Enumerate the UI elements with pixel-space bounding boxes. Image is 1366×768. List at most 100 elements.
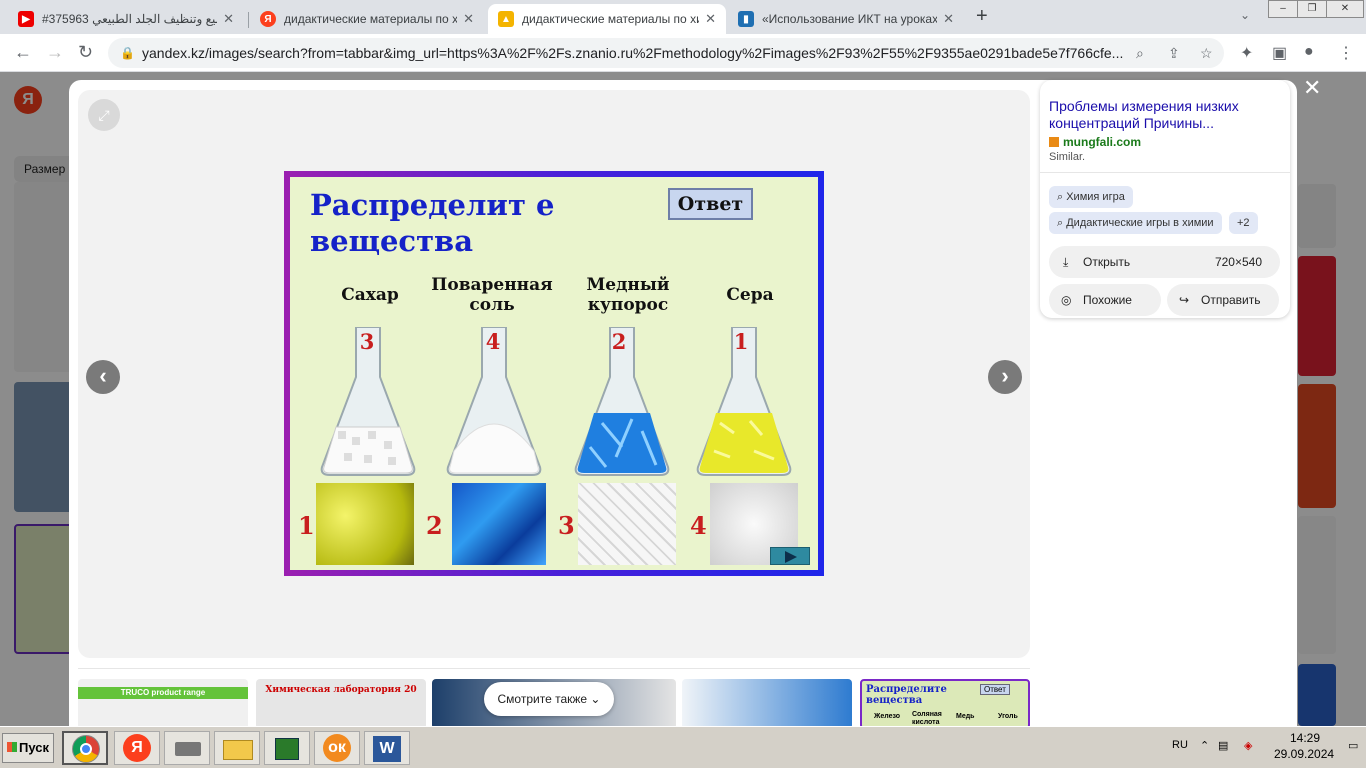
chip-label: Химия игра: [1066, 191, 1125, 203]
share-arrow-icon: ↪: [1179, 293, 1190, 307]
next-image-button[interactable]: ›: [988, 360, 1022, 394]
back-icon[interactable]: ←: [14, 42, 32, 63]
url-text: yandex.kz/images/search?from=tabbar&img_…: [142, 45, 1124, 61]
prev-image-button[interactable]: ‹: [86, 360, 120, 394]
see-also-button[interactable]: Смотрите также ⌄: [484, 682, 614, 716]
clock-date: 29.09.2024: [1274, 747, 1335, 761]
sample-number: 2: [426, 511, 443, 540]
flask-number: 2: [611, 329, 627, 354]
chip-label: Дидактические игры в химии: [1066, 217, 1214, 229]
close-tab-icon[interactable]: ✕: [705, 11, 716, 27]
profile-icon[interactable]: ●: [1304, 43, 1314, 61]
page-content: Я Размер ⤢ ‹ › Распределит е вещества От…: [0, 72, 1366, 726]
image-tab-icon: ▲: [498, 11, 514, 27]
close-window-button[interactable]: ✕: [1326, 0, 1364, 18]
tray-network-icon[interactable]: ▤: [1218, 739, 1228, 752]
close-viewer-button[interactable]: ✕: [1303, 75, 1321, 101]
related-thumb[interactable]: [682, 679, 852, 726]
reload-icon[interactable]: ↻: [78, 42, 93, 63]
thumb-caption: Распределите вещества: [866, 684, 947, 706]
sample-sulfur: [316, 483, 414, 565]
address-bar[interactable]: 🔒 yandex.kz/images/search?from=tabbar&im…: [108, 38, 1224, 68]
open-button[interactable]: ⤓ Открыть 720×540: [1049, 246, 1280, 278]
search-icon: ⌕: [1057, 191, 1067, 203]
tab-search-icon[interactable]: ⌄: [1240, 8, 1250, 22]
source-title-link[interactable]: Проблемы измерения низких концентраций П…: [1049, 98, 1279, 132]
image-size: 720×540: [1214, 255, 1262, 269]
sample-number: 1: [298, 511, 315, 540]
yandex-icon: Я: [260, 11, 276, 27]
similar-label: Похожие: [1083, 293, 1132, 307]
taskbar: Пуск Я ок W RU ⌃ ▤ ◈ 14:29 29.09.2024 ▭: [0, 726, 1366, 768]
thumb-caption: TRUCO product range: [78, 687, 248, 699]
label-salt: Поваренная соль: [431, 275, 553, 315]
flask-number: 3: [359, 329, 375, 354]
app-taskbar-icon[interactable]: [264, 731, 310, 765]
share-icon[interactable]: ⇪: [1168, 38, 1180, 68]
tab-youtube[interactable]: ▶ #375963 تلميع وتنظيف الجلد الطبيعي ✕: [8, 4, 244, 34]
related-thumb[interactable]: Распределите вещества Ответ Железо Солян…: [860, 679, 1030, 726]
tab-ikt[interactable]: ▮ «Использование ИКТ на уроках химии ✕: [728, 4, 964, 34]
tab-active-images[interactable]: ▲ дидактические материалы по химии ✕: [488, 4, 726, 34]
expand-icon[interactable]: ⤢: [88, 99, 120, 131]
close-tab-icon[interactable]: ✕: [223, 11, 234, 27]
related-thumb[interactable]: TRUCO product range: [78, 679, 248, 726]
new-tab-button[interactable]: +: [976, 5, 988, 28]
odnoklassniki-taskbar-icon[interactable]: ок: [314, 731, 360, 765]
thumb-caption: Уголь: [998, 713, 1018, 720]
flask-number: 1: [733, 329, 749, 354]
thumb-caption: Химическая лаборатория 20: [265, 685, 417, 695]
related-thumb[interactable]: Химическая лаборатория 20: [256, 679, 426, 726]
open-label: Открыть: [1083, 255, 1131, 269]
thumb-caption: Ответ: [980, 684, 1010, 695]
sample-number: 4: [690, 511, 707, 540]
clock-time: 14:29: [1290, 731, 1321, 745]
side-panel-icon[interactable]: ▣: [1272, 43, 1287, 63]
word-taskbar-icon[interactable]: W: [364, 731, 410, 765]
tag-chemistry-game[interactable]: ⌕ Химия игра: [1049, 186, 1133, 208]
show-desktop-icon[interactable]: ▭: [1348, 739, 1358, 752]
search-icon: ⌕: [1057, 217, 1067, 229]
lens-icon: ◎: [1061, 293, 1072, 307]
close-tab-icon[interactable]: ✕: [463, 11, 474, 27]
tag-didactic-games[interactable]: ⌕ Дидактические игры в химии: [1049, 212, 1222, 234]
similar-button[interactable]: ◎ Похожие: [1049, 284, 1161, 316]
sample-sugar: [578, 483, 676, 565]
yandex-browser-taskbar-icon[interactable]: Я: [114, 731, 160, 765]
source-site[interactable]: mungfali.com: [1049, 135, 1141, 149]
book-icon: ▮: [738, 11, 754, 27]
minimize-button[interactable]: –: [1268, 0, 1298, 18]
chrome-taskbar-icon[interactable]: [62, 731, 108, 765]
slide-next-arrow-icon: [770, 547, 810, 565]
restore-button[interactable]: ❐: [1297, 0, 1327, 18]
language-indicator[interactable]: RU: [1172, 739, 1188, 751]
thumb-caption: Железо: [874, 713, 901, 720]
see-also-label: Смотрите также: [497, 692, 588, 706]
label-sulfur: Сера: [726, 285, 774, 305]
share-button[interactable]: ↪ Отправить: [1167, 284, 1279, 316]
bookmark-star-icon[interactable]: ☆: [1200, 38, 1213, 68]
forward-icon[interactable]: →: [46, 42, 64, 63]
tray-expand-icon[interactable]: ⌃: [1200, 739, 1209, 752]
label-sugar: Сахар: [341, 285, 399, 305]
divider: [1040, 172, 1290, 173]
tray-security-icon[interactable]: ◈: [1244, 739, 1252, 752]
chevron-down-icon: ⌄: [590, 692, 601, 706]
tag-more[interactable]: +2: [1229, 212, 1258, 234]
label-copper-sulfate: Медный купорос: [586, 275, 670, 315]
menu-icon[interactable]: ⋮: [1338, 43, 1354, 63]
zoom-icon[interactable]: ⌕: [1136, 38, 1144, 68]
printer-taskbar-icon[interactable]: [164, 731, 210, 765]
tab-strip: ▶ #375963 تلميع وتنظيف الجلد الطبيعي ✕ Я…: [0, 0, 1366, 34]
close-tab-icon[interactable]: ✕: [943, 11, 954, 27]
slide-answer-button: Ответ: [668, 188, 753, 220]
extensions-icon[interactable]: ✦: [1240, 43, 1253, 63]
similar-label: Similar.: [1049, 151, 1086, 163]
tab-title: «Использование ИКТ на уроках химии: [762, 12, 938, 26]
share-label: Отправить: [1201, 293, 1261, 307]
slide-title: Распределит е вещества: [310, 188, 555, 258]
start-button[interactable]: Пуск: [2, 733, 54, 763]
folder-taskbar-icon[interactable]: [214, 731, 260, 765]
sample-copper-sulfate: [452, 483, 546, 565]
tab-yandex-search[interactable]: Я дидактические материалы по химии ✕: [250, 4, 484, 34]
